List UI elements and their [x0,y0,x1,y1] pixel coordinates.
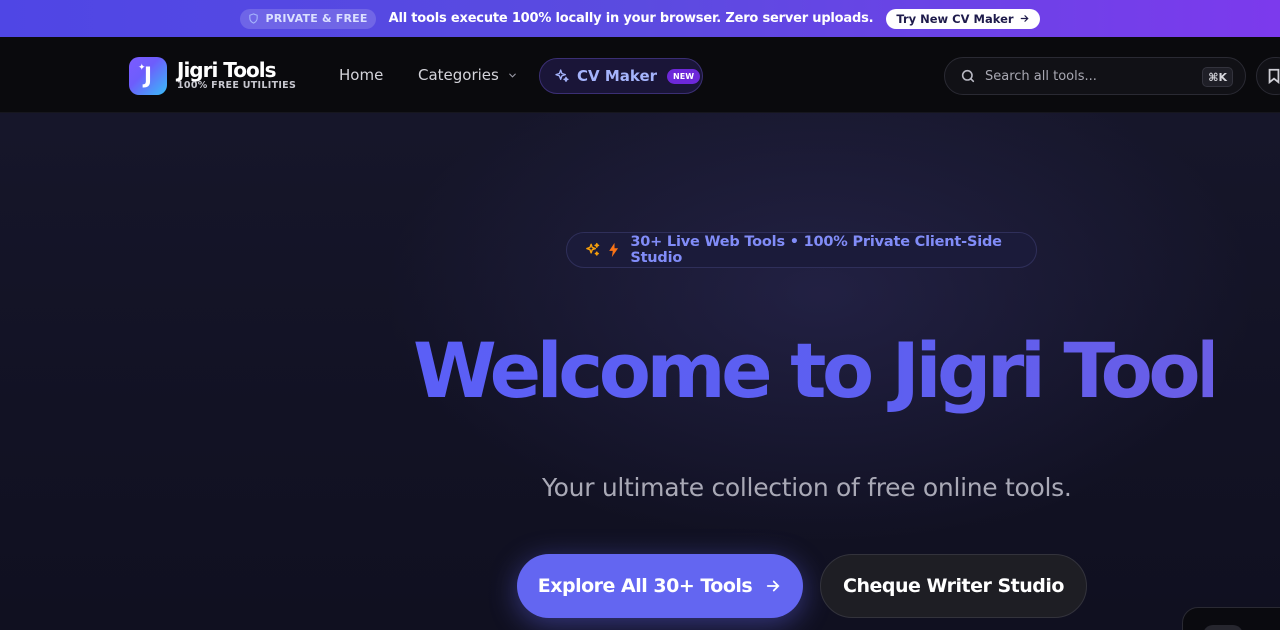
chevron-down-icon [509,73,516,78]
cheque-writer-button[interactable]: Cheque Writer Studio [820,554,1087,618]
brand-logo[interactable]: ✦ J Jigri Tools 100% FREE UTILITIES [129,57,296,95]
logo-spark-icon: ✦ [138,63,146,73]
navbar: ✦ J Jigri Tools 100% FREE UTILITIES Home… [0,37,1280,113]
cta-label: Try New CV Maker [896,11,1014,26]
arrow-right-icon [767,580,780,592]
nav-home-link[interactable]: Home [339,66,383,84]
bookmark-icon [1268,68,1280,84]
nav-categories-dropdown[interactable]: Categories [418,66,518,84]
new-badge: NEW [667,68,701,84]
sparkles-icon [555,69,569,82]
hero-subtitle: Your ultimate collection of free online … [542,473,1072,502]
private-free-badge: PRIVATE & FREE [240,8,376,29]
hero-section: 30+ Live Web Tools • 100% Private Client… [0,113,1280,630]
cv-maker-label: CV Maker [577,67,658,85]
lightning-icon [609,242,619,258]
announcement-message: All tools execute 100% locally in your b… [388,11,874,26]
search-input[interactable] [985,68,1185,84]
badge-label: PRIVATE & FREE [265,12,368,25]
logo-mark: ✦ J [129,57,167,95]
search-bar[interactable]: ⌘K [944,57,1246,95]
hero-badge: 30+ Live Web Tools • 100% Private Client… [566,232,1037,268]
logo-text: Jigri Tools 100% FREE UTILITIES [177,60,296,92]
floating-widget[interactable] [1182,607,1280,630]
explore-tools-button[interactable]: Explore All 30+ Tools [517,554,803,618]
cv-maker-nav-button[interactable]: CV Maker NEW [539,58,703,94]
brand-tagline: 100% FREE UTILITIES [177,80,297,91]
arrow-right-icon [1020,15,1029,22]
cheque-button-label: Cheque Writer Studio [843,575,1064,597]
sparkles-icon [586,242,600,256]
shield-icon [249,13,259,24]
brand-name: Jigri Tools [177,58,277,82]
announcement-bar: PRIVATE & FREE All tools execute 100% lo… [0,0,1280,37]
explore-button-label: Explore All 30+ Tools [537,575,753,597]
search-shortcut-hint: ⌘K [1202,67,1233,87]
floating-widget-handle [1203,625,1243,630]
search-icon [961,69,975,83]
hero-badge-text: 30+ Live Web Tools • 100% Private Client… [630,234,1002,266]
categories-label: Categories [418,66,499,84]
bookmark-button[interactable] [1256,57,1280,95]
hero-title: Welcome to Jigri Tools [413,323,1263,419]
try-cv-maker-button[interactable]: Try New CV Maker [886,8,1040,29]
